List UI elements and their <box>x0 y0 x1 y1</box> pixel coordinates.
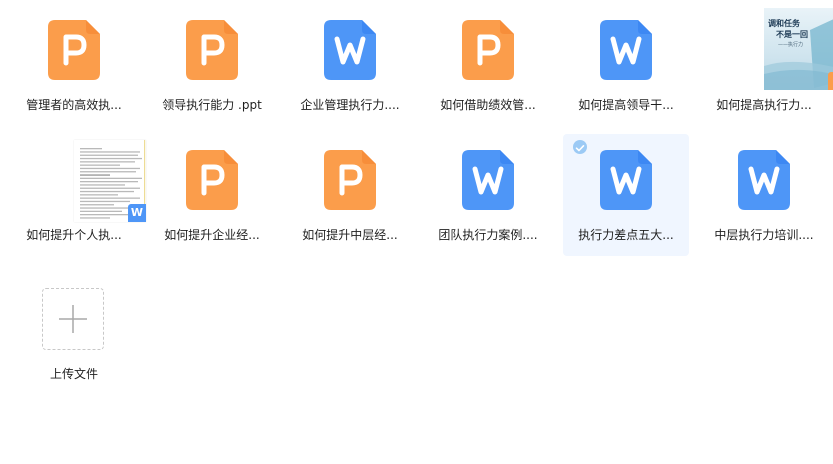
upload-button[interactable] <box>42 288 104 350</box>
file-item[interactable]: 团队执行力案例.... <box>425 134 551 256</box>
word-file-icon <box>462 150 514 214</box>
file-item[interactable]: 执行力差点五大... <box>563 134 689 256</box>
file-name: 如何提升企业经... <box>164 228 260 242</box>
file-item[interactable]: 如何提升企业经... <box>149 134 275 256</box>
file-name: 如何提升个人执... <box>26 228 122 242</box>
ppt-file-icon <box>186 20 238 84</box>
thumbnail-text: 不是一回 <box>776 30 808 39</box>
file-name: 如何提升中层经... <box>302 228 398 242</box>
file-item[interactable]: 如何提高领导干... <box>563 4 689 126</box>
file-item[interactable]: W 如何提升个人执... <box>11 134 146 256</box>
selected-check-icon[interactable] <box>573 140 587 154</box>
file-item[interactable]: 如何提升中层经... <box>287 134 413 256</box>
word-file-icon <box>324 20 376 84</box>
file-name: 领导执行能力 .ppt <box>162 98 262 112</box>
ppt-file-icon <box>324 150 376 214</box>
plus-icon <box>59 305 87 333</box>
file-name: 管理者的高效执... <box>26 98 122 112</box>
file-item[interactable]: 如何借助绩效管... <box>425 4 551 126</box>
file-name: 企业管理执行力.... <box>300 98 400 112</box>
file-name: 中层执行力培训.... <box>714 228 814 242</box>
file-item[interactable]: 管理者的高效执... <box>11 4 137 126</box>
ppt-file-icon <box>462 20 514 84</box>
file-name: 如何提高执行力... <box>716 98 812 112</box>
ppt-badge-icon: P <box>828 72 833 90</box>
word-file-icon <box>600 20 652 84</box>
word-file-icon <box>600 150 652 214</box>
ppt-file-icon <box>186 150 238 214</box>
file-item[interactable]: 领导执行能力 .ppt <box>149 4 275 126</box>
thumbnail-text: ——执行力 <box>778 42 804 48</box>
thumbnail-text: 调和任务 <box>768 19 800 28</box>
ppt-file-icon <box>48 20 100 84</box>
file-name: 团队执行力案例.... <box>438 228 538 242</box>
file-name: 如何借助绩效管... <box>440 98 536 112</box>
word-file-icon <box>738 150 790 214</box>
file-item[interactable]: 中层执行力培训.... <box>701 134 827 256</box>
word-badge-icon: W <box>128 204 146 222</box>
upload-label: 上传文件 <box>49 367 98 381</box>
file-item[interactable]: 企业管理执行力.... <box>287 4 413 126</box>
file-name: 执行力差点五大... <box>578 228 674 242</box>
file-item[interactable]: 调和任务 不是一回 ——执行力 P 如何提高执行力... <box>701 4 833 126</box>
file-name: 如何提高领导干... <box>578 98 674 112</box>
